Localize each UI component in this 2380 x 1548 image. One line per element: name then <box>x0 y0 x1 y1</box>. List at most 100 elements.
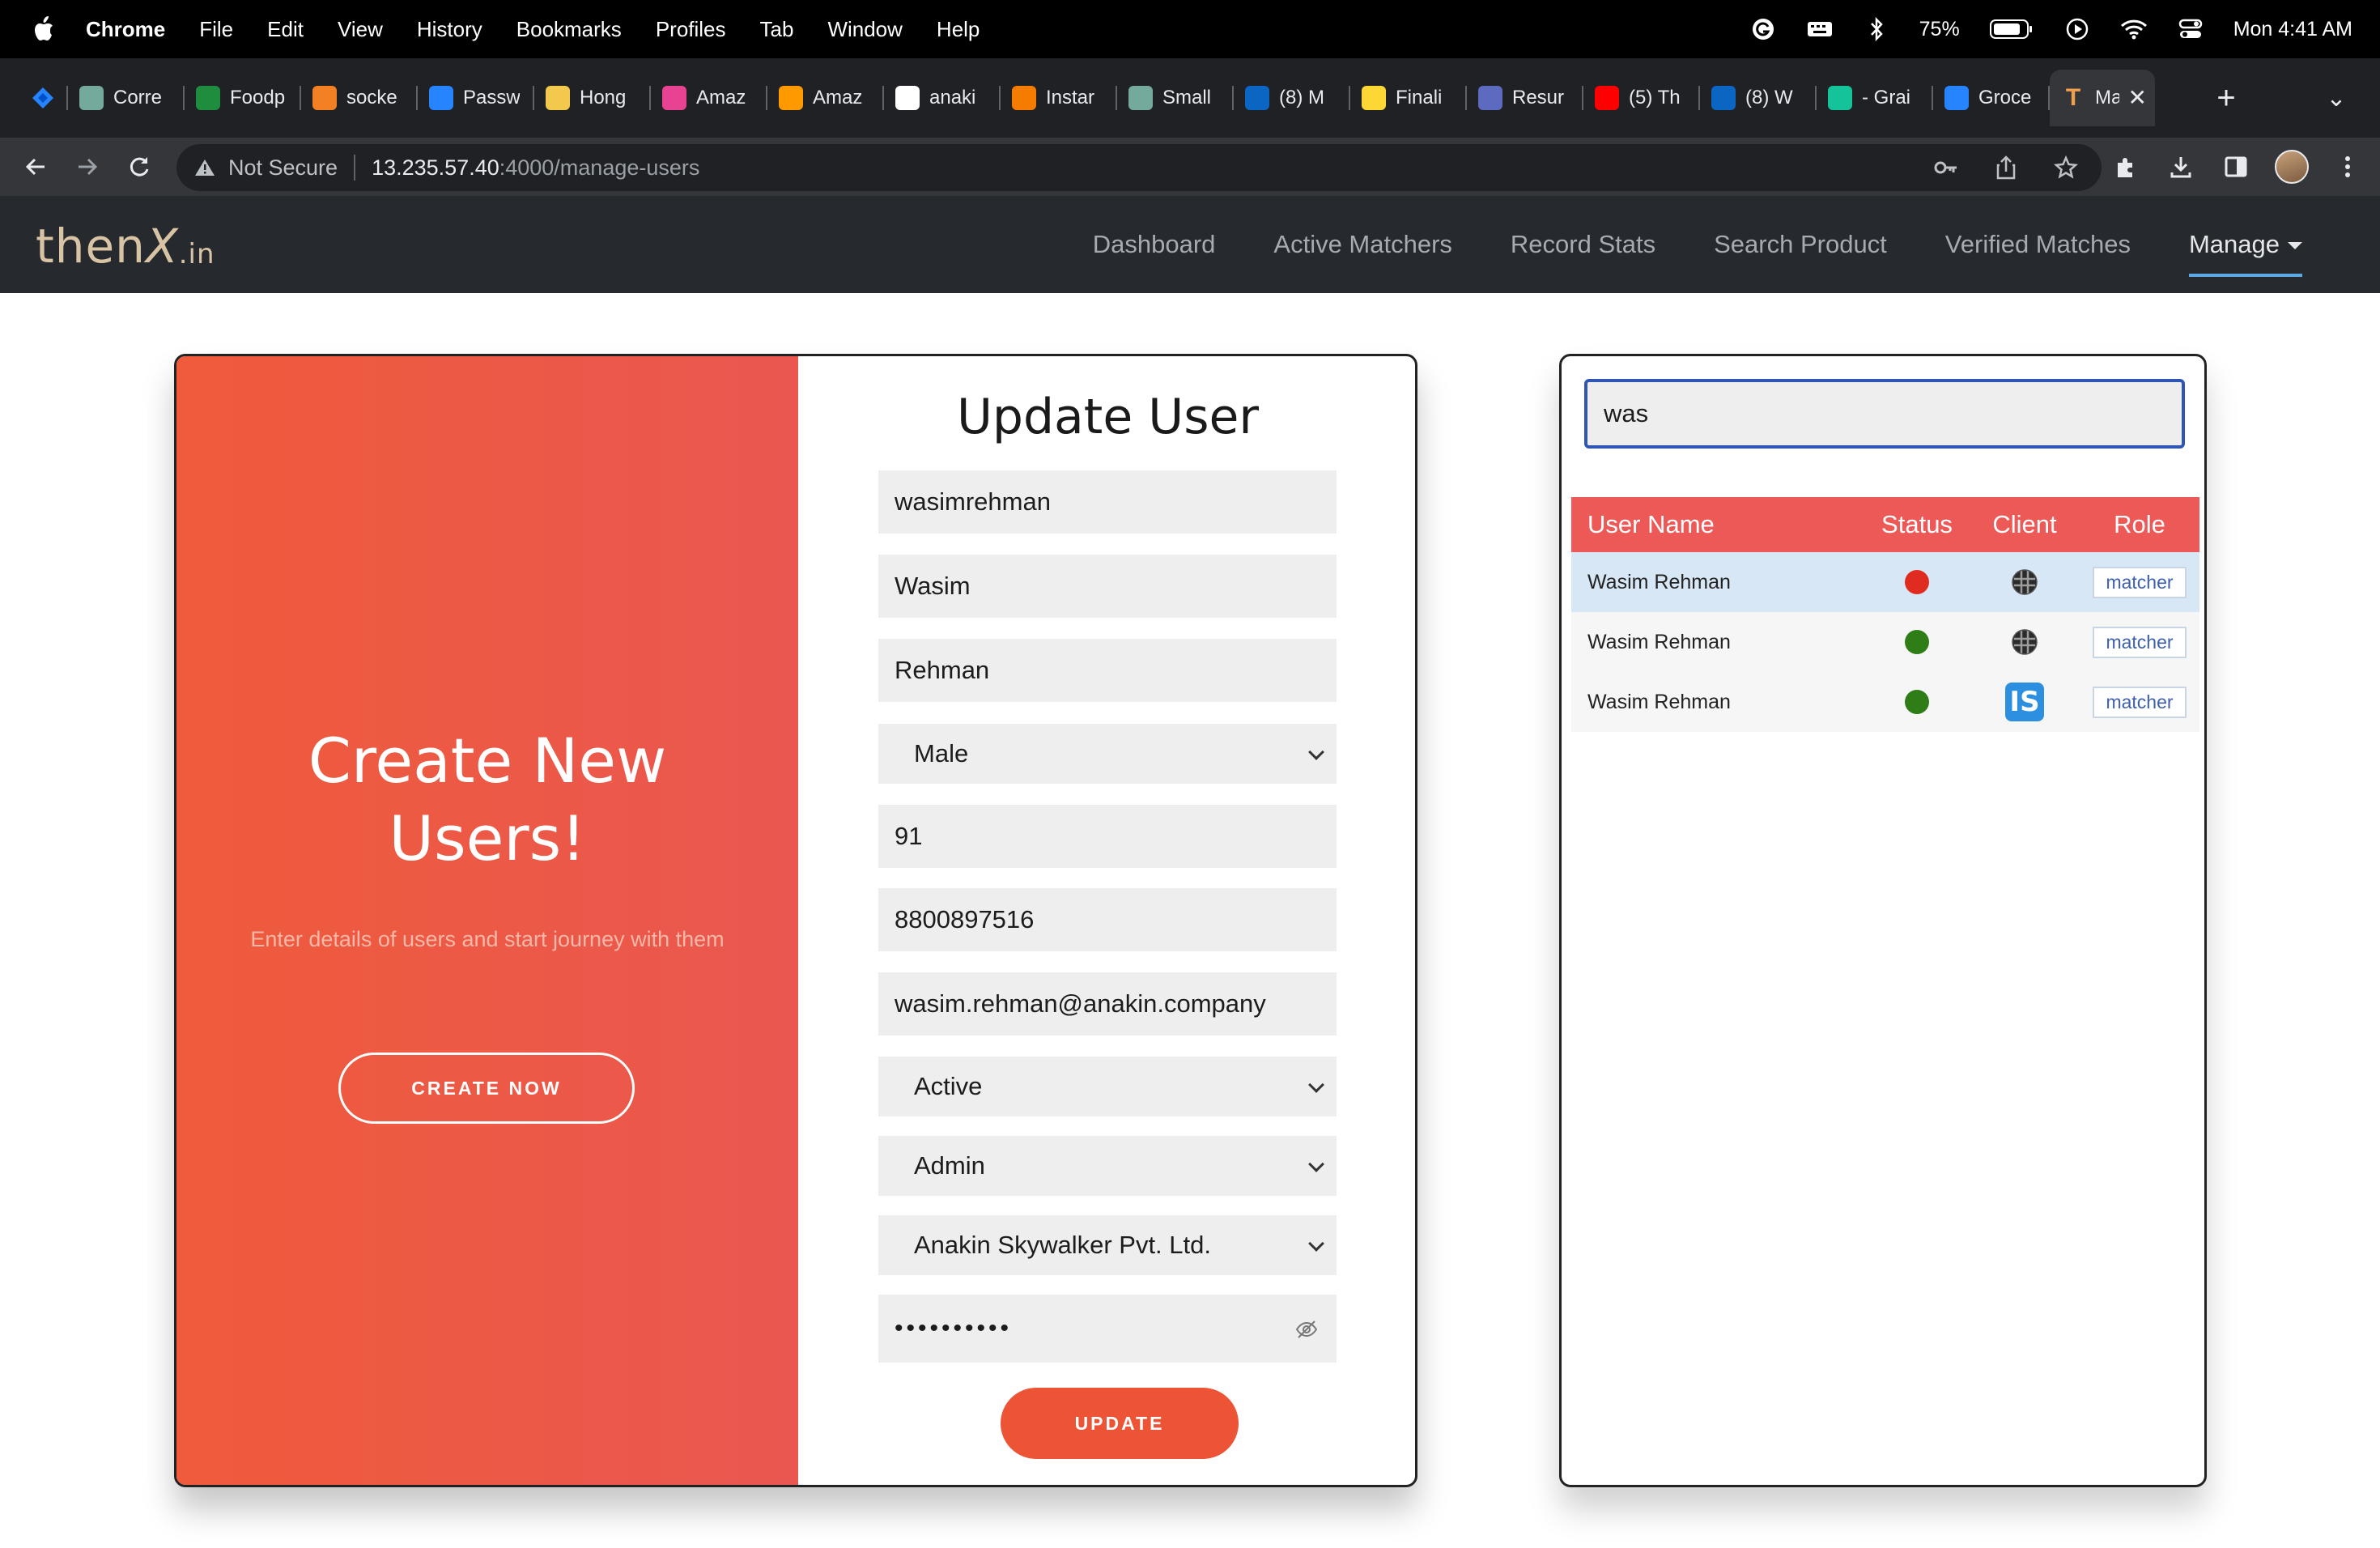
jira-icon <box>31 86 55 110</box>
header-client[interactable]: Client <box>1970 497 2080 552</box>
menu-tab[interactable]: Tab <box>760 17 794 42</box>
nav-link-record-stats[interactable]: Record Stats <box>1511 230 1655 259</box>
menubar-clock[interactable]: Mon 4:41 AM <box>2233 18 2352 41</box>
eye-off-icon[interactable] <box>1295 1317 1318 1338</box>
browser-tab[interactable]: Instar <box>1001 70 1117 126</box>
browser-tab[interactable]: Small <box>1117 70 1234 126</box>
security-status-text[interactable]: Not Secure <box>228 155 338 181</box>
update-button[interactable]: UPDATE <box>1001 1388 1239 1459</box>
browser-tab[interactable]: (5) Th <box>1583 70 1700 126</box>
user-search-input[interactable]: was <box>1584 379 2185 449</box>
browser-tab[interactable]: (8) W <box>1700 70 1817 126</box>
back-arrow-icon[interactable] <box>18 149 53 185</box>
thenx-logo[interactable]: then X .in <box>36 217 215 274</box>
control-center-icon[interactable] <box>2177 15 2204 43</box>
tab-title: Amaz <box>696 87 746 108</box>
side-panel-icon[interactable] <box>2220 151 2252 183</box>
tab-search-icon[interactable]: ⌄ <box>2314 70 2359 126</box>
menu-history[interactable]: History <box>417 17 482 42</box>
share-icon[interactable] <box>1990 151 2022 184</box>
last-name-input[interactable]: Rehman <box>878 639 1337 702</box>
user-name-cell[interactable]: Wasim Rehman <box>1571 672 1864 732</box>
status-cell <box>1864 552 1970 612</box>
menu-app-name[interactable]: Chrome <box>86 17 165 42</box>
browser-tab[interactable]: anaki <box>884 70 1001 126</box>
phone-input[interactable]: 8800897516 <box>878 888 1337 951</box>
nav-link-search-product[interactable]: Search Product <box>1714 230 1887 259</box>
menu-profiles[interactable]: Profiles <box>656 17 726 42</box>
role-select[interactable]: Admin <box>878 1136 1337 1196</box>
bluetooth-icon[interactable] <box>1863 15 1890 43</box>
tab-list: Corre Foodp socke Passw Hong Amaz Amaz anaki Ins… <box>21 70 2155 126</box>
role-badge[interactable]: matcher <box>2093 686 2187 718</box>
email-input[interactable]: wasim.rehman@anakin.company <box>878 972 1337 1036</box>
status-select[interactable]: Active <box>878 1057 1337 1116</box>
instar-icon <box>1012 86 1036 110</box>
role-badge[interactable]: matcher <box>2093 566 2187 598</box>
download-icon[interactable] <box>2165 151 2197 183</box>
nav-link-active-matchers[interactable]: Active Matchers <box>1273 230 1452 259</box>
new-tab-button[interactable]: + <box>2204 70 2249 126</box>
nav-link-verified-matches[interactable]: Verified Matches <box>1945 230 2131 259</box>
first-name-input[interactable]: Wasim <box>878 555 1337 618</box>
profile-avatar[interactable] <box>2275 150 2309 184</box>
browser-tab[interactable]: Amaz <box>651 70 767 126</box>
header-role[interactable]: Role <box>2080 497 2199 552</box>
omnibox-divider <box>354 155 356 181</box>
country-code-input[interactable]: 91 <box>878 805 1337 868</box>
browser-tab[interactable]: Passw <box>418 70 534 126</box>
browser-tab[interactable]: Corre <box>68 70 185 126</box>
user-name-cell[interactable]: Wasim Rehman <box>1571 612 1864 672</box>
menu-edit[interactable]: Edit <box>267 17 304 42</box>
role-badge[interactable]: matcher <box>2093 626 2187 658</box>
password-key-icon[interactable] <box>1930 151 1962 184</box>
chatgpt-icon <box>79 86 104 110</box>
nav-link-dashboard[interactable]: Dashboard <box>1093 230 1216 259</box>
create-now-button[interactable]: CREATE NOW <box>338 1053 635 1124</box>
table-row[interactable]: Wasim Rehman IS matcher <box>1571 672 2199 732</box>
menu-file[interactable]: File <box>199 17 233 42</box>
tab-title: (8) W <box>1745 87 1793 108</box>
reload-icon[interactable] <box>121 149 157 185</box>
gender-select[interactable]: Male <box>878 724 1337 784</box>
table-row[interactable]: Wasim Rehman matcher <box>1571 552 2199 612</box>
menubar-status-area: 75% Mon 4:41 AM <box>1749 0 2352 58</box>
browser-tab[interactable]: socke <box>301 70 418 126</box>
browser-tab[interactable]: Amaz <box>767 70 884 126</box>
wifi-icon[interactable] <box>2120 15 2148 43</box>
menu-bookmarks[interactable]: Bookmarks <box>516 17 622 42</box>
active-browser-tab[interactable]: T Ma ✕ <box>2050 70 2155 126</box>
user-name-cell[interactable]: Wasim Rehman <box>1571 552 1864 612</box>
browser-tab[interactable]: Hong <box>534 70 651 126</box>
table-row[interactable]: Wasim Rehman matcher <box>1571 612 2199 672</box>
menu-help[interactable]: Help <box>937 17 980 42</box>
browser-tab[interactable]: Resur <box>1467 70 1583 126</box>
menu-window[interactable]: Window <box>827 17 902 42</box>
tab-jira[interactable] <box>21 70 68 126</box>
username-input[interactable]: wasimrehman <box>878 470 1337 534</box>
grammarly-status-icon[interactable] <box>1749 15 1777 43</box>
battery-percent: 75% <box>1919 17 1960 40</box>
extensions-puzzle-icon[interactable] <box>2110 151 2142 183</box>
apple-icon[interactable] <box>31 15 55 44</box>
company-select[interactable]: Anakin Skywalker Pvt. Ltd. <box>878 1215 1337 1275</box>
browser-tab[interactable]: - Grai <box>1817 70 1933 126</box>
forward-arrow-icon[interactable] <box>70 149 105 185</box>
close-tab-icon[interactable]: ✕ <box>2128 84 2147 111</box>
browser-tab[interactable]: (8) M <box>1234 70 1350 126</box>
chrome-menu-icon[interactable] <box>2331 151 2364 183</box>
not-secure-warning-icon[interactable] <box>193 155 217 180</box>
nav-dropdown-manage[interactable]: Manage <box>2188 230 2303 277</box>
browser-tab[interactable]: Foodp <box>185 70 301 126</box>
header-status[interactable]: Status <box>1864 497 1970 552</box>
browser-tab[interactable]: Finali <box>1350 70 1467 126</box>
password-input[interactable]: •••••••••• <box>878 1295 1337 1363</box>
battery-icon[interactable] <box>1989 15 2034 43</box>
bookmark-star-icon[interactable] <box>2050 151 2082 184</box>
address-bar[interactable]: Not Secure 13.235.57.40:4000/manage-user… <box>176 144 2102 191</box>
media-play-icon[interactable] <box>2063 15 2091 43</box>
header-user-name[interactable]: User Name <box>1571 497 1864 552</box>
keyboard-icon[interactable] <box>1806 15 1834 43</box>
menu-view[interactable]: View <box>338 17 383 42</box>
browser-tab[interactable]: Groce <box>1933 70 2050 126</box>
